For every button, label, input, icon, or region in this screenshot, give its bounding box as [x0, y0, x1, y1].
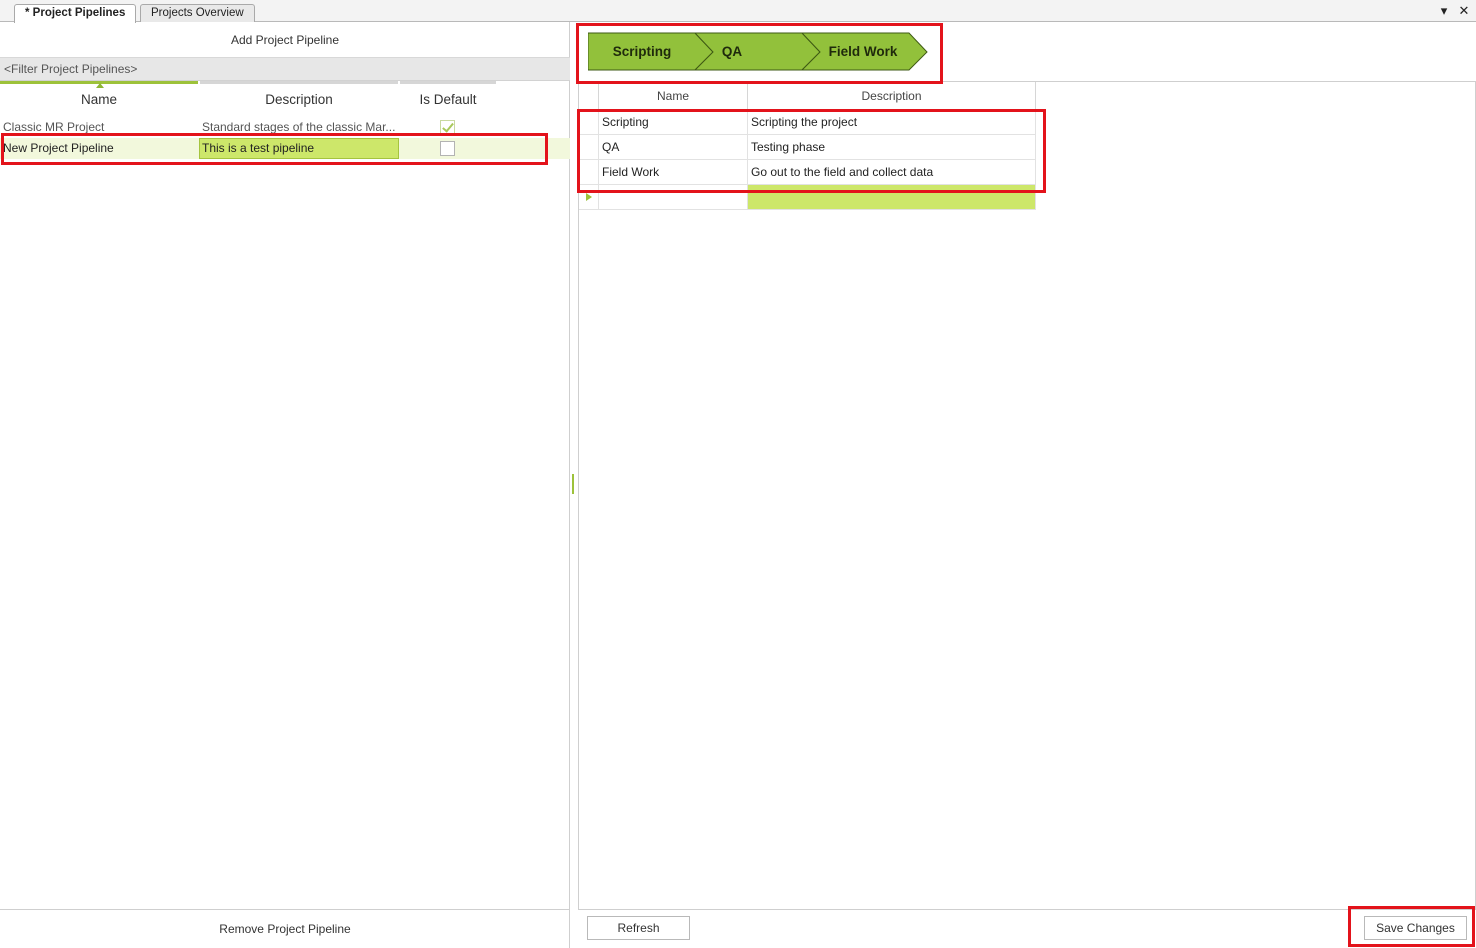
close-icon[interactable]: ✕	[1456, 3, 1472, 19]
column-header-is-default[interactable]: Is Default	[400, 81, 496, 109]
save-changes-button[interactable]: Save Changes	[1364, 916, 1467, 940]
pipeline-description: Standard stages of the classic Mar...	[202, 120, 396, 134]
stage-description-cell[interactable]: Testing phase	[748, 135, 1036, 160]
stage-label-scripting: Scripting	[613, 44, 672, 59]
stage-row[interactable]: Field Work Go out to the field and colle…	[579, 160, 1036, 185]
new-row-arrow-icon	[586, 193, 592, 201]
tab-strip: * Project Pipelines Projects Overview ▾ …	[0, 0, 1476, 23]
pipeline-description-editor[interactable]: This is a test pipeline	[199, 138, 399, 159]
pipeline-stages-panel: Scripting QA Field Work Name Description…	[578, 22, 1476, 948]
stage-description-cell[interactable]: Scripting the project	[748, 110, 1036, 135]
stage-row[interactable]: Scripting Scripting the project	[579, 110, 1036, 135]
row-indicator	[579, 185, 599, 210]
stage-name-cell[interactable]: Field Work	[599, 160, 748, 185]
refresh-button[interactable]: Refresh	[587, 916, 690, 940]
add-project-pipeline-button[interactable]: Add Project Pipeline	[0, 22, 570, 58]
panel-splitter[interactable]	[572, 474, 574, 494]
panel-menu-icon[interactable]: ▾	[1436, 3, 1452, 19]
new-stage-name-cell[interactable]	[599, 185, 748, 210]
row-indicator-header	[579, 82, 599, 110]
tab-project-pipelines[interactable]: * Project Pipelines	[14, 4, 137, 23]
pipeline-name: New Project Pipeline	[3, 141, 114, 155]
stages-column-name[interactable]: Name	[599, 82, 748, 110]
pipeline-name: Classic MR Project	[3, 120, 105, 134]
row-indicator	[579, 110, 599, 135]
new-stage-row[interactable]	[579, 185, 1036, 210]
stage-chevron-qa[interactable]	[693, 32, 821, 71]
sort-ascending-icon	[96, 83, 104, 88]
tab-projects-overview[interactable]: Projects Overview	[140, 4, 255, 22]
pipeline-row[interactable]: Classic MR Project Standard stages of th…	[0, 117, 570, 138]
stages-action-bar: Refresh Save Changes	[578, 910, 1476, 948]
row-indicator	[579, 135, 599, 160]
stage-row[interactable]: QA Testing phase	[579, 135, 1036, 160]
stage-name-cell[interactable]: Scripting	[599, 110, 748, 135]
row-indicator	[579, 160, 599, 185]
stage-description-cell[interactable]: Go out to the field and collect data	[748, 160, 1036, 185]
stage-chevrons: Scripting QA Field Work	[588, 32, 928, 71]
stage-pipeline-bar: Scripting QA Field Work	[578, 22, 1476, 82]
is-default-checkbox[interactable]	[440, 120, 455, 135]
is-default-checkbox[interactable]	[440, 141, 455, 156]
stages-column-description[interactable]: Description	[748, 82, 1036, 110]
remove-project-pipeline-button[interactable]: Remove Project Pipeline	[0, 909, 570, 948]
pipeline-row-selected[interactable]: New Project Pipeline This is a test pipe…	[0, 138, 570, 159]
filter-pipelines-input[interactable]: <Filter Project Pipelines>	[0, 58, 570, 81]
stages-grid: Name Description Scripting Scripting the…	[578, 82, 1476, 910]
stage-label-qa: QA	[722, 44, 743, 59]
stage-name-cell[interactable]: QA	[599, 135, 748, 160]
column-header-description[interactable]: Description	[200, 81, 398, 109]
stage-label-field-work: Field Work	[829, 44, 898, 59]
pipelines-list-panel: Add Project Pipeline <Filter Project Pip…	[0, 22, 570, 948]
new-stage-description-cell[interactable]	[748, 185, 1036, 210]
